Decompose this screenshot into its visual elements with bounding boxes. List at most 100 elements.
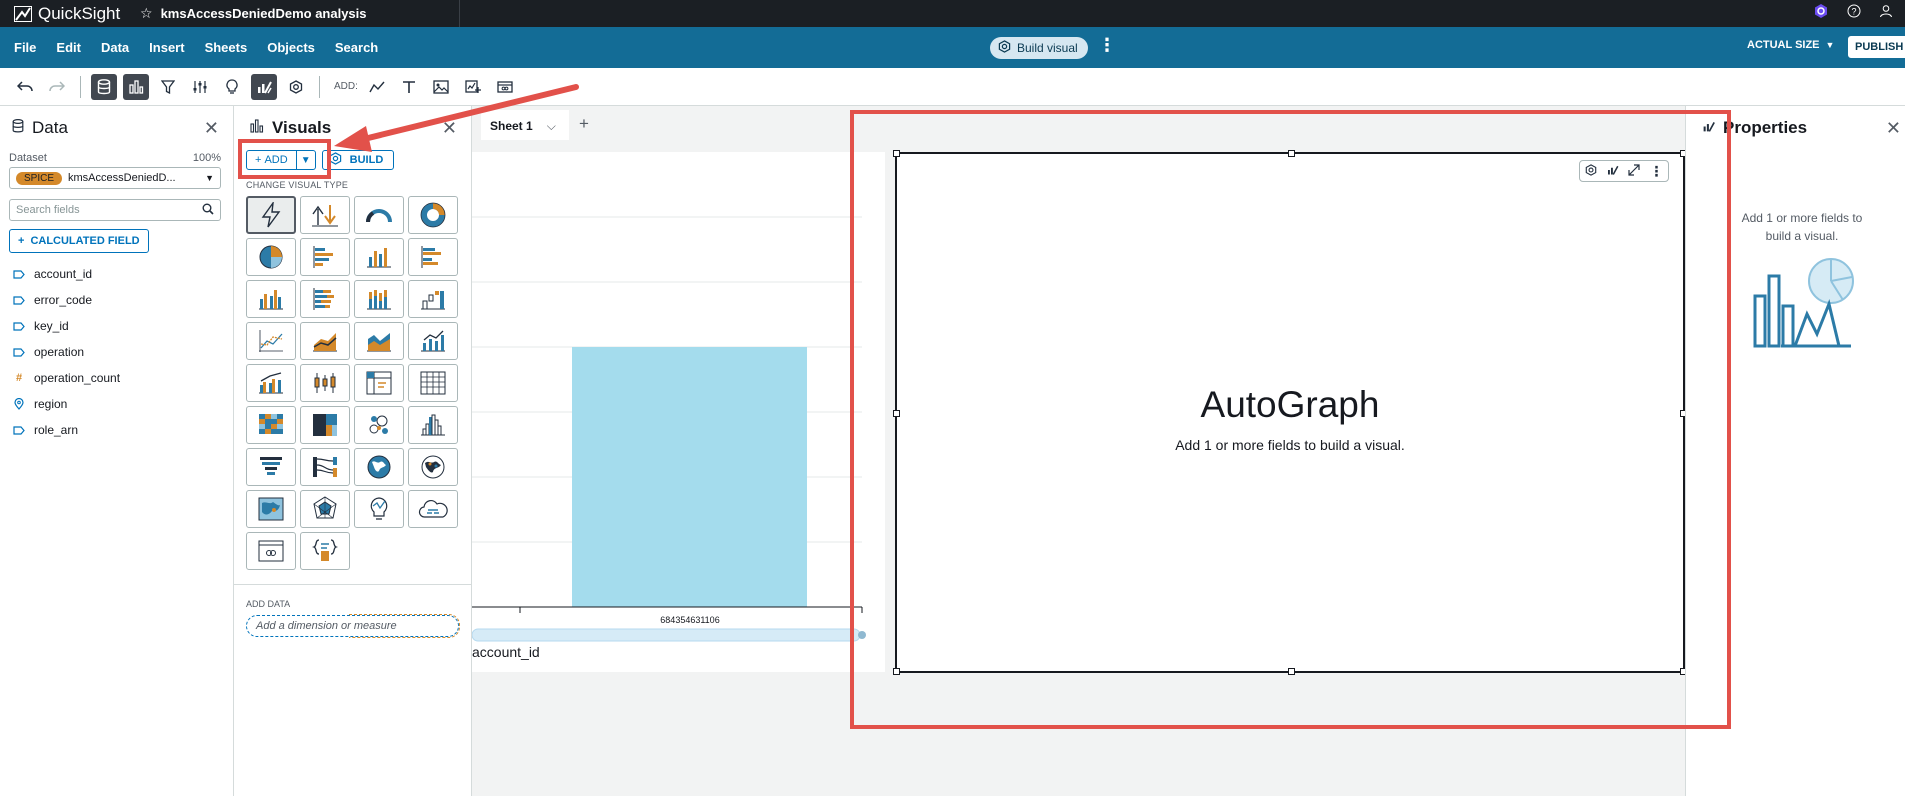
add-data-label: ADD DATA: [246, 599, 291, 609]
add-embed-icon[interactable]: [492, 74, 518, 100]
menu-sheets[interactable]: Sheets: [195, 40, 258, 55]
stacked-vertical-bar-tile[interactable]: [354, 280, 404, 318]
expand-icon[interactable]: [1628, 163, 1640, 179]
custom-visual-content-tile[interactable]: [246, 532, 296, 570]
menu-data[interactable]: Data: [91, 40, 139, 55]
insight-visual-tile[interactable]: [354, 490, 404, 528]
narrative-visual-tile[interactable]: [300, 532, 350, 570]
add-sheet-icon[interactable]: +: [579, 114, 589, 134]
waterfall-visual-tile[interactable]: [408, 280, 458, 318]
chevron-down-icon[interactable]: ⌵: [547, 119, 556, 134]
add-text-icon[interactable]: [396, 74, 422, 100]
star-icon[interactable]: ☆: [140, 5, 153, 22]
menu-edit[interactable]: Edit: [46, 40, 91, 55]
redo-icon[interactable]: [44, 74, 70, 100]
publish-button[interactable]: PUBLISH: [1848, 36, 1905, 58]
points-on-map-visual-tile[interactable]: [408, 448, 458, 486]
histogram-visual-tile[interactable]: [408, 406, 458, 444]
field-item[interactable]: region: [0, 391, 233, 417]
analysis-title[interactable]: ☆ kmsAccessDeniedDemo analysis: [140, 0, 460, 27]
field-item[interactable]: role_arn: [0, 417, 233, 443]
insights-icon[interactable]: [219, 74, 245, 100]
filter-icon[interactable]: [155, 74, 181, 100]
clustered-horizontal-bar-tile[interactable]: [408, 238, 458, 276]
close-icon[interactable]: ✕: [442, 118, 457, 139]
area-line-visual-tile[interactable]: [300, 322, 350, 360]
more-options-icon[interactable]: ⋮: [1098, 35, 1116, 56]
add-visual-main[interactable]: + ADD: [247, 151, 297, 169]
quicksight-logo[interactable]: QuickSight: [0, 4, 140, 24]
gauge-visual-tile[interactable]: [354, 196, 404, 234]
bar-chart-visual[interactable]: 684354631106 account_id: [471, 152, 885, 672]
menu-insert[interactable]: Insert: [139, 40, 194, 55]
pie-visual-tile[interactable]: [246, 238, 296, 276]
donut-visual-tile[interactable]: [408, 196, 458, 234]
add-insight-icon[interactable]: [460, 74, 486, 100]
properties-icon[interactable]: [1606, 164, 1619, 179]
build-button[interactable]: BUILD: [321, 150, 395, 170]
search-fields-input[interactable]: Search fields: [9, 199, 221, 221]
amazon-q-icon[interactable]: [1813, 3, 1829, 24]
table-visual-tile[interactable]: [408, 364, 458, 402]
filled-map-visual-tile[interactable]: [354, 448, 404, 486]
radar-visual-tile[interactable]: [300, 490, 350, 528]
pivot-table-visual-tile[interactable]: [354, 364, 404, 402]
geospatial-layer-map-tile[interactable]: [246, 490, 296, 528]
clustered-bar-line-visual-tile[interactable]: [246, 364, 296, 402]
scatter-plot-visual-tile[interactable]: [354, 406, 404, 444]
tab-sheet-1[interactable]: Sheet 1 ⌵: [481, 110, 569, 140]
field-item[interactable]: key_id: [0, 313, 233, 339]
resize-handle[interactable]: [893, 668, 900, 675]
size-selector[interactable]: ACTUAL SIZE ▼: [1747, 39, 1834, 51]
funnel-visual-tile[interactable]: [246, 448, 296, 486]
stacked-horizontal-bar-tile[interactable]: [300, 280, 350, 318]
plus-icon: +: [255, 154, 262, 166]
menu-objects[interactable]: Objects: [257, 40, 325, 55]
undo-icon[interactable]: [12, 74, 38, 100]
word-cloud-visual-tile[interactable]: [408, 490, 458, 528]
kpi-visual-tile[interactable]: [300, 196, 350, 234]
data-panel-toggle-icon[interactable]: [91, 73, 117, 100]
properties-toggle-icon[interactable]: [251, 73, 277, 100]
close-icon[interactable]: ✕: [1886, 118, 1901, 139]
user-icon[interactable]: [1879, 4, 1893, 23]
autograph-visual-tile[interactable]: [246, 196, 296, 234]
box-plot-visual-tile[interactable]: [300, 364, 350, 402]
sankey-visual-tile[interactable]: [300, 448, 350, 486]
menu-file[interactable]: File: [0, 40, 46, 55]
add-line-chart-icon[interactable]: [364, 74, 390, 100]
horizontal-bar-visual-tile[interactable]: [300, 238, 350, 276]
autograph-visual[interactable]: ⋮ AutoGraph Add 1 or more fields to buil…: [893, 150, 1687, 675]
resize-handle[interactable]: [1288, 668, 1295, 675]
add-data-field-well[interactable]: Add a dimension or measure: [246, 614, 460, 638]
add-image-icon[interactable]: [428, 74, 454, 100]
vertical-bar-visual-tile[interactable]: [354, 238, 404, 276]
field-item[interactable]: account_id: [0, 261, 233, 287]
calculated-field-button[interactable]: + CALCULATED FIELD: [9, 229, 149, 253]
line-visual-tile[interactable]: [246, 322, 296, 360]
more-options-icon[interactable]: ⋮: [1649, 163, 1663, 180]
menu-search[interactable]: Search: [325, 40, 388, 55]
heat-map-visual-tile[interactable]: [246, 406, 296, 444]
brand-name: QuickSight: [38, 3, 121, 23]
build-visual-toolbar-icon[interactable]: [283, 74, 309, 100]
visuals-panel-toggle-icon[interactable]: [123, 73, 149, 100]
build-visual-button[interactable]: Build visual: [990, 37, 1088, 59]
dataset-select[interactable]: SPICE kmsAccessDeniedD... ▼: [9, 167, 221, 189]
build-visual-icon[interactable]: [1585, 163, 1597, 179]
bar-and-line-visual-tile[interactable]: [408, 322, 458, 360]
resize-handle[interactable]: [1288, 150, 1295, 157]
parameters-icon[interactable]: [187, 74, 213, 100]
bar-684354631106: [572, 347, 807, 607]
help-icon[interactable]: ?: [1847, 4, 1861, 23]
tree-map-visual-tile[interactable]: [300, 406, 350, 444]
stacked-area-visual-tile[interactable]: [354, 322, 404, 360]
clustered-vertical-bar-tile[interactable]: [246, 280, 296, 318]
field-item[interactable]: operation: [0, 339, 233, 365]
field-item[interactable]: error_code: [0, 287, 233, 313]
add-visual-button[interactable]: + ADD ▼: [246, 150, 316, 170]
resize-handle[interactable]: [893, 150, 900, 157]
add-visual-dropdown[interactable]: ▼: [297, 151, 315, 169]
close-icon[interactable]: ✕: [204, 118, 219, 139]
field-item[interactable]: # operation_count: [0, 365, 233, 391]
